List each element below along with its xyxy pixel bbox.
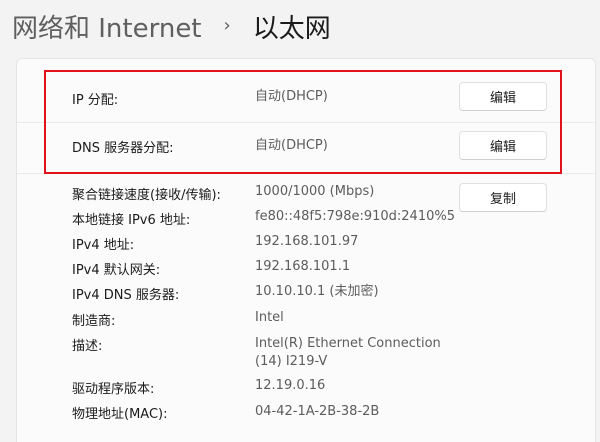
manufacturer-value: Intel [255, 310, 284, 325]
description-label: 描述: [72, 339, 103, 354]
breadcrumb-parent-network-internet[interactable]: 网络和 Internet [12, 8, 202, 45]
row-divider [17, 173, 595, 174]
ipv4-gateway-value: 192.168.101.1 [255, 259, 351, 274]
page-title: 以太网 [252, 13, 331, 44]
breadcrumb: 网络和 Internet › 以太网 [12, 6, 331, 46]
mac-address-label: 物理地址(MAC): [72, 407, 168, 422]
dns-assignment-value: 自动(DHCP) [255, 138, 328, 153]
description-value-line1: Intel(R) Ethernet Connection [255, 336, 441, 351]
ip-assignment-row: IP 分配: 自动(DHCP) 编辑 [17, 73, 595, 123]
ip-assignment-label: IP 分配: [72, 93, 119, 108]
link-speed-value: 1000/1000 (Mbps) [255, 184, 375, 199]
edit-ip-assignment-button[interactable]: 编辑 [459, 82, 547, 111]
ipv4-dns-label: IPv4 DNS 服务器: [72, 288, 180, 303]
ipv4-address-value: 192.168.101.97 [255, 234, 359, 249]
ethernet-properties-card: IP 分配: 自动(DHCP) 编辑 DNS 服务器分配: 自动(DHCP) 编… [16, 58, 596, 442]
manufacturer-label: 制造商: [72, 314, 116, 329]
ipv6-link-local-value: fe80::48f5:798e:910d:2410%5 [255, 209, 455, 224]
ipv6-link-local-label: 本地链接 IPv6 地址: [72, 213, 191, 228]
mac-address-value: 04-42-1A-2B-38-2B [255, 404, 380, 419]
chevron-right-icon: › [223, 14, 231, 36]
ipv4-gateway-label: IPv4 默认网关: [72, 263, 161, 278]
dns-assignment-row: DNS 服务器分配: 自动(DHCP) 编辑 [17, 123, 595, 173]
driver-version-label: 驱动程序版本: [72, 382, 155, 397]
edit-dns-assignment-button[interactable]: 编辑 [459, 131, 547, 160]
ipv4-dns-value: 10.10.10.1 (未加密) [255, 284, 379, 299]
driver-version-value: 12.19.0.16 [255, 378, 326, 393]
ip-assignment-value: 自动(DHCP) [255, 89, 328, 104]
copy-properties-button[interactable]: 复制 [459, 183, 547, 212]
ipv4-address-label: IPv4 地址: [72, 238, 135, 253]
description-value-line2: (14) I219-V [255, 354, 328, 369]
link-speed-label: 聚合链接速度(接收/传输): [72, 188, 221, 203]
dns-assignment-label: DNS 服务器分配: [72, 141, 174, 156]
